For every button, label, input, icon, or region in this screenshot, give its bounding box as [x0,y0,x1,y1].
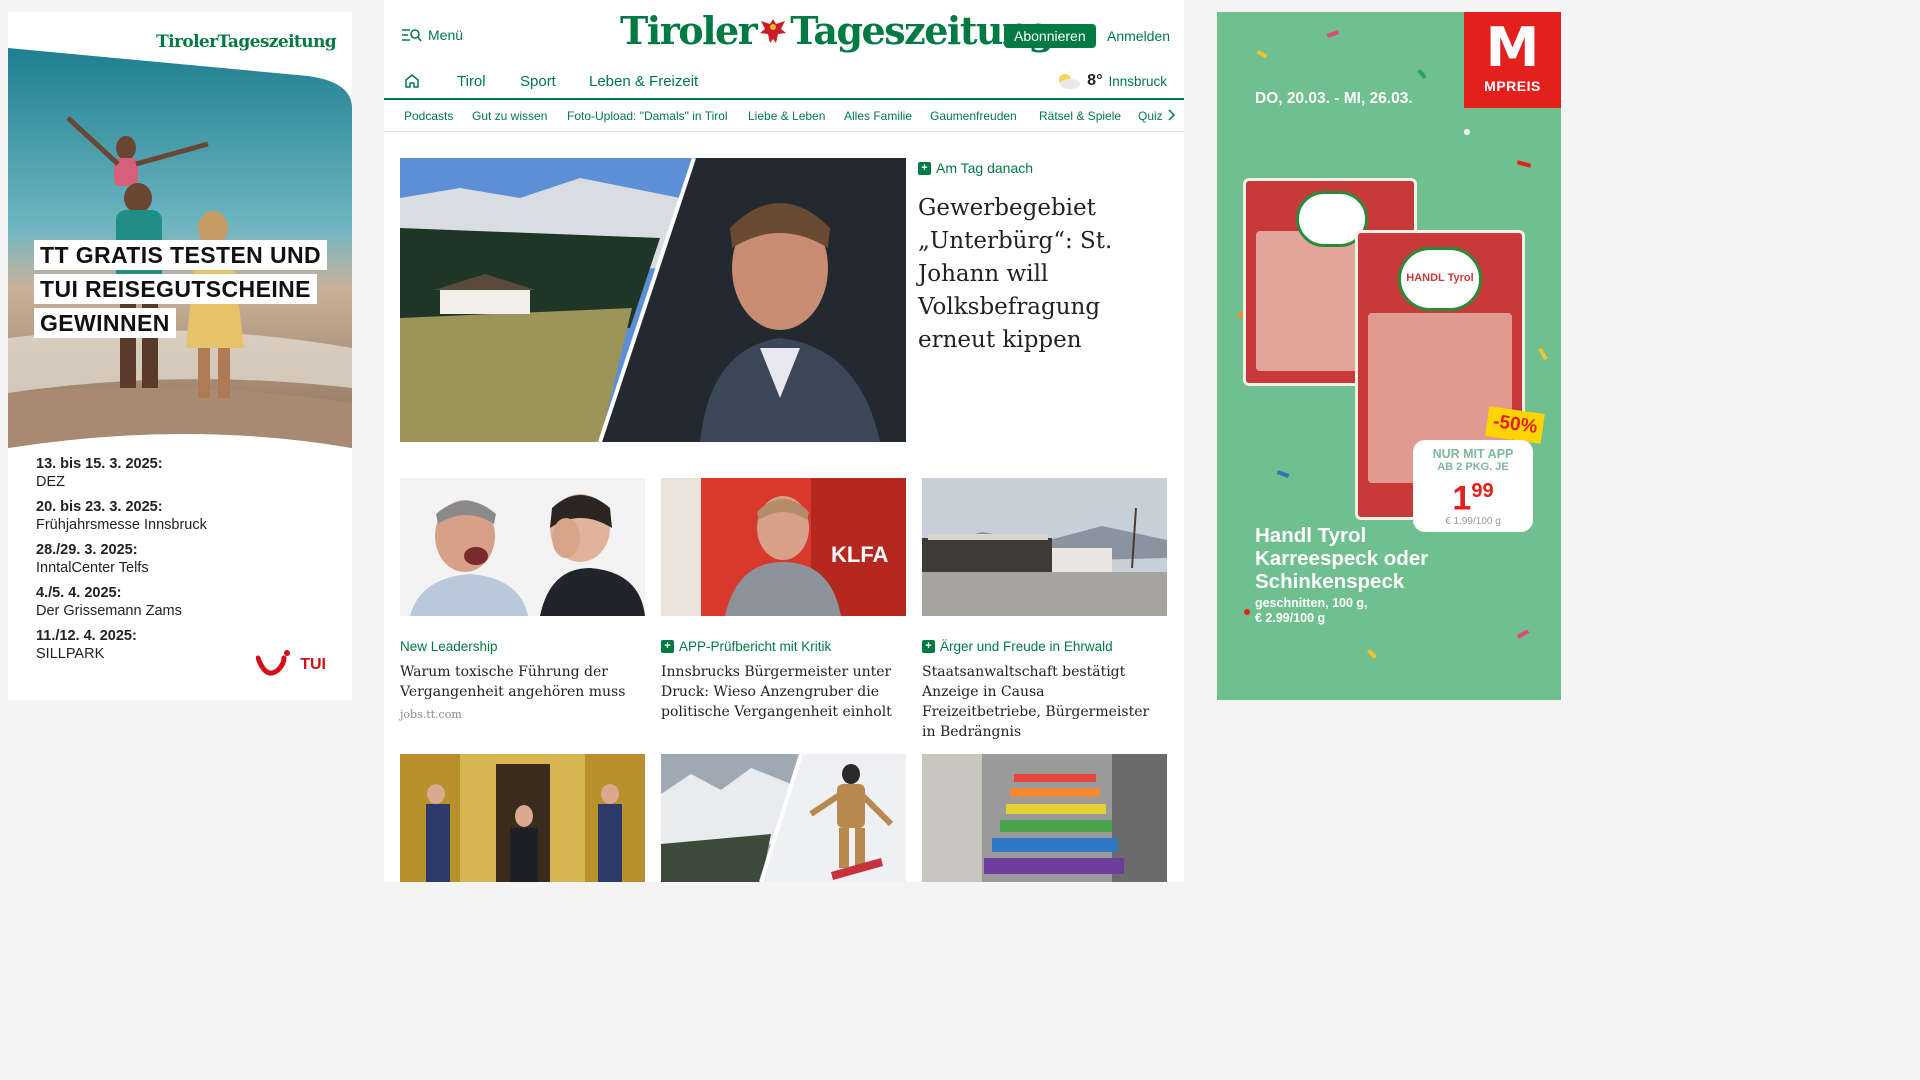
premium-plus-icon: + [661,640,674,653]
hero-kicker-text: Am Tag danach [936,160,1034,176]
mpreis-advertisement[interactable]: M MPREIS DO, 20.03. - MI, 26.03. HANDL T… [1217,12,1561,700]
card-kicker: New Leadership [400,639,498,654]
ad-headline-line: TUI REISEGUTSCHEINE [34,274,317,304]
ad-headline: TT GRATIS TESTEN UND TUI REISEGUTSCHEINE… [34,240,344,342]
price-condition-2: AB 2 PKG. JE [1437,461,1509,473]
ad-headline-line: GEWINNEN [34,308,176,338]
product-details: geschnitten, 100 g, € 2.99/100 g [1255,596,1368,626]
sun-cloud-icon [1059,74,1081,89]
article-card[interactable]: KLFA + APP-Prüfbericht mit Kritik Innsbr… [661,478,906,722]
tyrol-eagle-icon [760,18,787,43]
event-date: 28./29. 3. 2025: [36,542,138,558]
main-nav: Tirol Sport Leben & Freizeit 8° Innsbruc… [384,64,1184,100]
logo-text-left: Tiroler [620,8,758,53]
weather-city: Innsbruck [1108,73,1167,89]
tui-label: TUI [300,656,326,673]
card-kicker-text: Ärger und Freude in Ehrwald [940,639,1113,654]
menu-search-icon [402,29,422,42]
card-source[interactable]: jobs.tt.com [400,708,645,721]
tui-advertisement[interactable]: TirolerTageszeitung TT GRATIS TESTEN UND… [8,12,352,700]
price-tag: NUR MIT APP AB 2 PKG. JE 199 € 1.99/100 … [1413,440,1533,532]
weather-temperature: 8° [1087,72,1103,89]
card-kicker-text: APP-Prüfbericht mit Kritik [679,639,832,654]
article-card[interactable]: New Leadership Warum toxische Führung de… [400,478,645,721]
sub-nav: Podcasts Gut zu wissen Foto-Upload: "Dam… [384,100,1184,132]
card-kicker: + APP-Prüfbericht mit Kritik [661,639,906,654]
mpreis-logo-name: MPREIS [1484,78,1541,94]
menu-label: Menü [428,27,464,43]
tui-smile-icon [256,650,291,676]
event-date: 13. bis 15. 3. 2025: [36,456,163,472]
nav-item-sport[interactable]: Sport [520,73,556,90]
article-image-snowboarder[interactable] [661,754,906,882]
hero-headline[interactable]: Gewerbegebiet „Unterbürg“: St. Johann wi… [918,192,1168,357]
product-detail-line: geschnitten, 100 g, [1255,596,1368,610]
hero-image[interactable] [400,158,906,442]
vehicle-lettering: KLFA [831,542,889,567]
event-place: InntalCenter Telfs [36,559,149,576]
article-image-shouting-boss[interactable] [400,478,645,616]
mpreis-logo-letter: M [1485,16,1540,79]
ad-event-list: 13. bis 15. 3. 2025: DEZ 20. bis 23. 3. 2… [36,456,336,671]
ad-date-range: DO, 20.03. - MI, 26.03. [1255,90,1413,107]
card-headline[interactable]: Warum toxische Führung der Vergangenheit… [400,662,645,702]
event-date: 4./5. 4. 2025: [36,585,122,601]
article-image-guards-palace[interactable] [400,754,645,882]
subnav-item-podcasts[interactable]: Podcasts [404,109,453,123]
article-image-mayor[interactable]: KLFA [661,478,906,616]
subnav-item-gaumenfreuden[interactable]: Gaumenfreuden [930,109,1017,123]
subnav-item-liebe-leben[interactable]: Liebe & Leben [748,109,825,123]
subnav-item-quiz[interactable]: Quiz [1138,109,1163,123]
event-place: Der Grissemann Zams [36,602,182,619]
event-place: Frühjahrsmesse Innsbruck [36,516,207,533]
subnav-item-gut-zu-wissen[interactable]: Gut zu wissen [472,109,547,123]
product-name: Handl Tyrol Karreespeck oder Schinkenspe… [1255,524,1429,593]
tui-logo: TUI [256,650,326,680]
event-date: 11./12. 4. 2025: [36,628,137,644]
masthead: Menü Tiroler Tageszeitung Abonnieren Anm… [384,0,1184,64]
hero-kicker: + Am Tag danach [918,160,1168,176]
article-card[interactable]: + Ärger und Freude in Ehrwald Staatsanwa… [922,478,1167,742]
price-cents: 99 [1471,480,1494,502]
price-value: 199 [1413,473,1533,516]
pack-brand-label: HANDL Tyrol [1398,247,1482,311]
nav-item-tirol[interactable]: Tirol [457,73,486,90]
nav-item-leben-freizeit[interactable]: Leben & Freizeit [589,73,698,90]
article-image-ehrwald-building[interactable] [922,478,1167,616]
card-kicker: + Ärger und Freude in Ehrwald [922,639,1167,654]
event-date: 20. bis 23. 3. 2025: [36,499,163,515]
hero-teaser[interactable]: + Am Tag danach Gewerbegebiet „Unterbürg… [918,160,1168,357]
login-link[interactable]: Anmelden [1107,28,1170,44]
subnav-item-alles-familie[interactable]: Alles Familie [844,109,912,123]
subnav-item-foto-upload[interactable]: Foto-Upload: "Damals" in Tirol [567,109,728,123]
main-content: Menü Tiroler Tageszeitung Abonnieren Anm… [384,0,1184,882]
article-image-rainbow-stairs[interactable] [922,754,1167,882]
price-condition: NUR MIT APP [1432,447,1514,461]
site-logo[interactable]: Tiroler Tageszeitung [620,8,1055,53]
card-headline[interactable]: Staatsanwaltschaft bestätigt Anzeige in … [922,662,1167,742]
card-headline[interactable]: Innsbrucks Bürgermeister unter Druck: Wi… [661,662,906,722]
weather-widget[interactable]: 8° Innsbruck [1055,72,1167,90]
event-place: DEZ [36,473,65,490]
price-euros: 1 [1452,479,1472,518]
ad-headline-line: TT GRATIS TESTEN UND [34,240,328,270]
home-icon[interactable] [404,73,420,89]
premium-plus-icon: + [922,640,935,653]
product-detail-line: € 2.99/100 g [1255,611,1326,625]
menu-button[interactable]: Menü [402,27,463,43]
chevron-right-icon[interactable] [1166,108,1176,122]
premium-plus-icon: + [918,161,931,175]
mpreis-logo: M MPREIS [1464,12,1561,108]
subscribe-button[interactable]: Abonnieren [1004,24,1096,48]
subnav-item-raetsel-spiele[interactable]: Rätsel & Spiele [1039,109,1121,123]
